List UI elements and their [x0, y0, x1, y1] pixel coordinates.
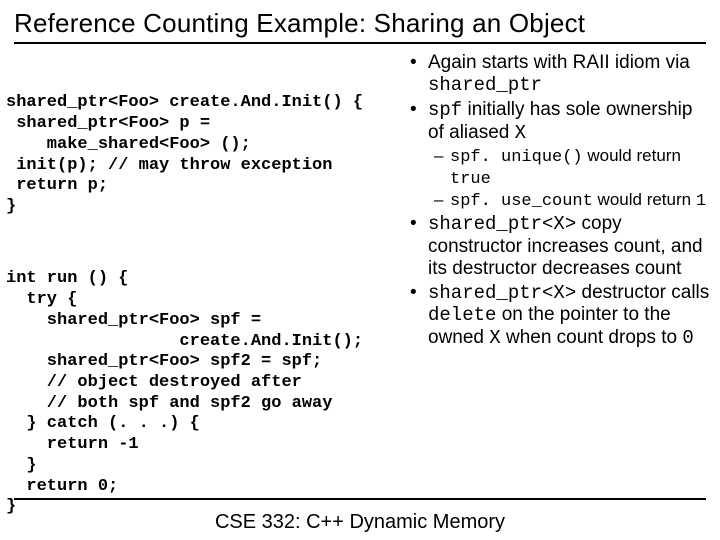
code-block-2: int run () { try { shared_ptr<Foo> spf =…: [6, 269, 406, 518]
code-span: shared_ptr: [428, 74, 542, 96]
bullets-column: • Again starts with RAII idiom via share…: [406, 50, 710, 540]
subbullet-2: – spf. use_count would return 1: [410, 190, 710, 212]
footer-text: CSE 332: C++ Dynamic Memory: [0, 511, 720, 534]
subbullet-1: – spf. unique() would return true: [410, 146, 710, 189]
text: when count drops to: [501, 327, 683, 348]
title-underline: [14, 42, 706, 44]
bullet-4: • shared_ptr<X> destructor calls delete …: [410, 282, 710, 351]
slide-title: Reference Counting Example: Sharing an O…: [0, 0, 720, 42]
bullet-marker: •: [410, 213, 428, 280]
subbullet-marker: –: [434, 146, 450, 189]
code-block-1: shared_ptr<Foo> create.And.Init() { shar…: [6, 93, 406, 217]
footer-rule: [14, 498, 706, 500]
subbullet-text: spf. unique() would return true: [450, 146, 710, 189]
text: destructor calls: [576, 282, 709, 303]
bullet-text: shared_ptr<X> copy constructor increases…: [428, 213, 710, 280]
code-column: shared_ptr<Foo> create.And.Init() { shar…: [6, 50, 406, 540]
code-span: X: [489, 327, 500, 349]
bullet-3: • shared_ptr<X> copy constructor increas…: [410, 213, 710, 280]
bullet-2: • spf initially has sole ownership of al…: [410, 99, 710, 145]
text: Again starts with RAII idiom via: [428, 52, 690, 73]
code-span: X: [515, 122, 526, 144]
text: initially has sole ownership of aliased: [428, 99, 692, 143]
bullet-1: • Again starts with RAII idiom via share…: [410, 52, 710, 97]
text: would return: [593, 190, 696, 209]
bullet-marker: •: [410, 52, 428, 97]
code-span: delete: [428, 304, 496, 326]
bullet-text: Again starts with RAII idiom via shared_…: [428, 52, 710, 97]
code-span: true: [450, 170, 491, 189]
bullet-marker: •: [410, 282, 428, 351]
bullet-marker: •: [410, 99, 428, 145]
code-span: shared_ptr<X>: [428, 282, 576, 304]
bullet-text: shared_ptr<X> destructor calls delete on…: [428, 282, 710, 351]
code-span: 1: [696, 192, 706, 211]
slide: Reference Counting Example: Sharing an O…: [0, 0, 720, 540]
code-span: 0: [682, 327, 693, 349]
subbullet-text: spf. use_count would return 1: [450, 190, 710, 212]
bullet-text: spf initially has sole ownership of alia…: [428, 99, 710, 145]
code-span: spf. unique(): [450, 148, 583, 167]
slide-body: shared_ptr<Foo> create.And.Init() { shar…: [0, 50, 720, 540]
code-span: spf: [428, 99, 462, 121]
code-span: shared_ptr<X>: [428, 213, 576, 235]
code-span: spf. use_count: [450, 192, 593, 211]
subbullet-marker: –: [434, 190, 450, 212]
text: would return: [583, 146, 681, 165]
